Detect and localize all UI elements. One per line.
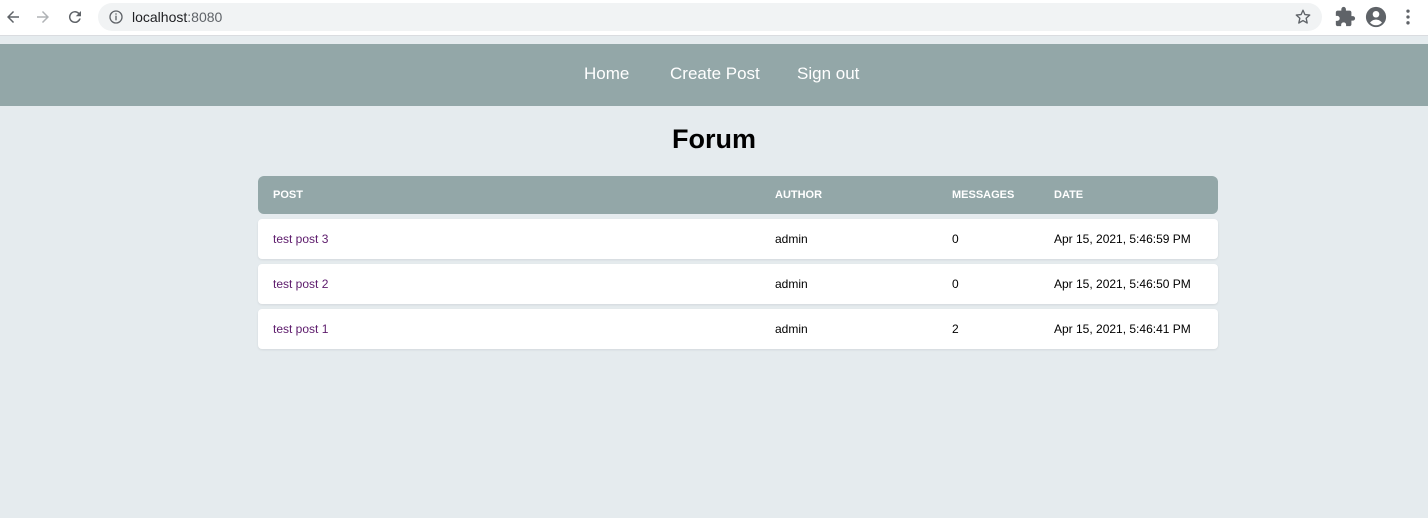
forum-table: POST AUTHOR MESSAGES DATE test post 3 ad… — [258, 176, 1218, 349]
post-author: admin — [775, 277, 808, 291]
nav-sign-out-link[interactable]: Sign out — [797, 64, 859, 84]
info-icon[interactable] — [108, 9, 124, 25]
reload-icon — [68, 11, 81, 24]
post-date: Apr 15, 2021, 5:46:59 PM — [1054, 232, 1191, 246]
forward-arrow-icon — [37, 11, 49, 23]
post-date: Apr 15, 2021, 5:46:41 PM — [1054, 322, 1191, 336]
post-title-link[interactable]: test post 3 — [273, 232, 328, 246]
browser-toolbar: localhost:8080 — [0, 0, 1428, 36]
column-header-post: POST — [273, 189, 303, 201]
table-header: POST AUTHOR MESSAGES DATE — [258, 176, 1218, 214]
column-header-date: DATE — [1054, 189, 1084, 201]
column-header-author: AUTHOR — [775, 189, 823, 201]
post-title-link[interactable]: test post 2 — [273, 277, 328, 291]
table-row: test post 2 admin 0 Apr 15, 2021, 5:46:5… — [258, 264, 1218, 304]
post-message-count: 0 — [952, 232, 959, 246]
post-message-count: 2 — [952, 322, 959, 336]
url-text: localhost:8080 — [132, 9, 222, 25]
url-port: :8080 — [187, 9, 223, 25]
forward-button[interactable] — [30, 4, 56, 30]
extensions-puzzle-icon[interactable] — [1334, 6, 1356, 28]
post-message-count: 0 — [952, 277, 959, 291]
post-author: admin — [775, 322, 808, 336]
nav-home-link[interactable]: Home — [584, 64, 629, 84]
post-author: admin — [775, 232, 808, 246]
back-arrow-icon — [7, 11, 19, 23]
page-title: Forum — [672, 124, 756, 154]
table-row: test post 1 admin 2 Apr 15, 2021, 5:46:4… — [258, 309, 1218, 349]
reload-button[interactable] — [62, 4, 88, 30]
menu-kebab-icon[interactable] — [1398, 6, 1418, 28]
post-title-link[interactable]: test post 1 — [273, 322, 328, 336]
nav-create-post-link[interactable]: Create Post — [670, 64, 760, 84]
back-button[interactable] — [0, 4, 26, 30]
address-bar[interactable]: localhost:8080 — [98, 3, 1322, 31]
post-date: Apr 15, 2021, 5:46:50 PM — [1054, 277, 1191, 291]
column-header-messages: MESSAGES — [952, 189, 1015, 201]
bookmark-star-icon[interactable] — [1294, 8, 1312, 26]
url-host: localhost — [132, 9, 188, 25]
table-row: test post 3 admin 0 Apr 15, 2021, 5:46:5… — [258, 219, 1218, 259]
profile-avatar-icon[interactable] — [1365, 6, 1387, 28]
app-header: Home Create Post Sign out — [0, 44, 1428, 106]
